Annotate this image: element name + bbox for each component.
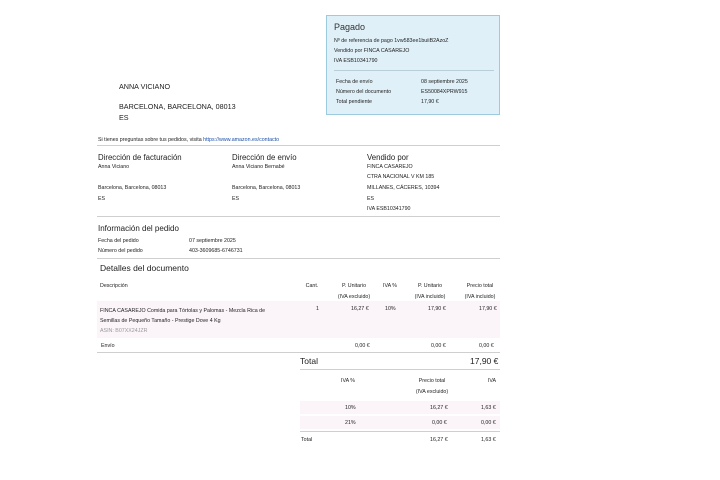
sold-by-vat: IVA ESB10341790 [367,206,411,212]
vat-base: 0,00 € [432,420,447,426]
doc-number-value: ES50084XPRW915 [421,89,468,95]
divider [97,258,500,259]
divider [97,145,500,146]
vat-total-label: Total [301,437,313,443]
vat-summary-header-base-line1: Precio total [418,378,446,384]
vat-summary-header-base-line2: (IVA excluido) [415,389,449,395]
shipping-label: Envío [101,343,115,349]
divider [300,369,500,370]
customer-address: BARCELONA, BARCELONA, 08013 [119,102,236,111]
col-header-total: Precio total (IVA incluido) [456,281,504,303]
shipping-unit-excl: 0,00 € [355,343,370,349]
order-number-value: 403-3609685-6746731 [189,248,243,254]
vat-rate: 10% [345,405,356,411]
document-details-heading: Detalles del documento [100,263,189,273]
pending-total-label: Total pendiente [336,99,372,105]
item-unit-incl: 17,90 € [428,306,446,312]
total-value: 17,90 € [470,356,499,366]
divider [97,216,500,217]
sold-by-name: FINCA CASAREJO [367,164,413,170]
order-number-label: Número del pedido [98,248,143,254]
vat-amount: 1,63 € [481,405,496,411]
vat-base: 16,27 € [430,405,448,411]
shipping-country: ES [232,196,240,202]
pending-total-value: 17,90 € [421,99,439,105]
customer-name: ANNA VICIANO [119,82,171,91]
billing-country: ES [98,196,106,202]
item-asin: ASIN: B07XX24JZR [100,328,148,334]
divider [334,70,494,71]
table-row [300,416,500,429]
shipping-unit-incl: 0,00 € [431,343,446,349]
shipping-city: Barcelona, Barcelona, 08013 [232,185,301,191]
table-row [300,401,500,414]
vat-rate: 21% [345,420,356,426]
vat-summary-header-base: Precio total (IVA excluido) [410,376,454,398]
col-header-unit-excl: P. Unitario (IVA excluido) [330,281,378,303]
billing-heading: Dirección de facturación [98,153,182,162]
divider [97,352,500,353]
vat-total-base: 16,27 € [430,437,448,443]
col-header-vat: IVA % [382,283,398,289]
ship-date-value: 08 septiembre 2025 [421,79,468,85]
col-header-unit-incl-line1: P. Unitario [417,283,443,289]
item-unit-excl: 16,27 € [351,306,369,312]
help-message: Si tienes preguntas sobre tus pedidos, v… [98,137,202,143]
doc-number-label: Número del documento [336,89,392,95]
sold-by-heading: Vendido por [367,153,409,162]
billing-name: Anna Viciano [98,164,130,170]
item-description-line1: FINCA CASAREJO Comida para Tórtolas y Pa… [100,308,266,314]
shipping-heading: Dirección de envío [232,153,297,162]
paid-title: Pagado [334,22,366,32]
col-header-total-line1: Precio total [466,283,494,289]
order-date-value: 07 septiembre 2025 [189,238,236,244]
order-info-heading: Información del pedido [98,224,179,233]
item-vat: 10% [385,306,396,312]
col-header-unit-incl: P. Unitario (IVA incluido) [406,281,454,303]
shipping-total: 0,00 € [479,343,494,349]
total-label: Total [300,356,318,366]
customer-country: ES [119,113,129,122]
help-text: Si tienes preguntas sobre tus pedidos, v… [98,137,279,143]
sold-by-country: ES [367,196,375,202]
billing-city: Barcelona, Barcelona, 08013 [98,185,167,191]
item-description: FINCA CASAREJO Comida para Tórtolas y Pa… [100,306,265,336]
vat-summary-header-vat: IVA [487,378,497,384]
sold-by-city: MILLANES, CÁCERES, 10394 [367,185,440,191]
vat-total-amount: 1,63 € [481,437,496,443]
ship-date-label: Fecha de envío [336,79,373,85]
sold-by-street: CTRA NACIONAL V KM 185 [367,174,435,180]
item-quantity: 1 [316,306,319,312]
divider [300,431,500,432]
col-header-description: Descripción [100,283,128,289]
col-header-unit-excl-line1: P. Unitario [341,283,367,289]
shipping-name: Anna Viciano Bernabé [232,164,285,170]
vat-summary-header-rate: IVA % [340,378,356,384]
seller-line: Vendido por FINCA CASAREJO [334,48,410,54]
item-total: 17,90 € [479,306,497,312]
payment-summary-box: Pagado Nº de referencia de pago 1vw583ee… [326,15,500,115]
item-description-line2: Semillas de Pequeño Tamaño - Prestige Do… [100,318,221,324]
col-header-quantity: Cant. [305,283,319,289]
order-date-label: Fecha del pedido [98,238,139,244]
payment-reference: Nº de referencia de pago 1vw583ee1buiiB2… [334,38,449,44]
contact-link[interactable]: https://www.amazon.es/contacto [203,137,279,143]
seller-vat: IVA ESB10341790 [334,58,378,64]
vat-amount: 0,00 € [481,420,496,426]
